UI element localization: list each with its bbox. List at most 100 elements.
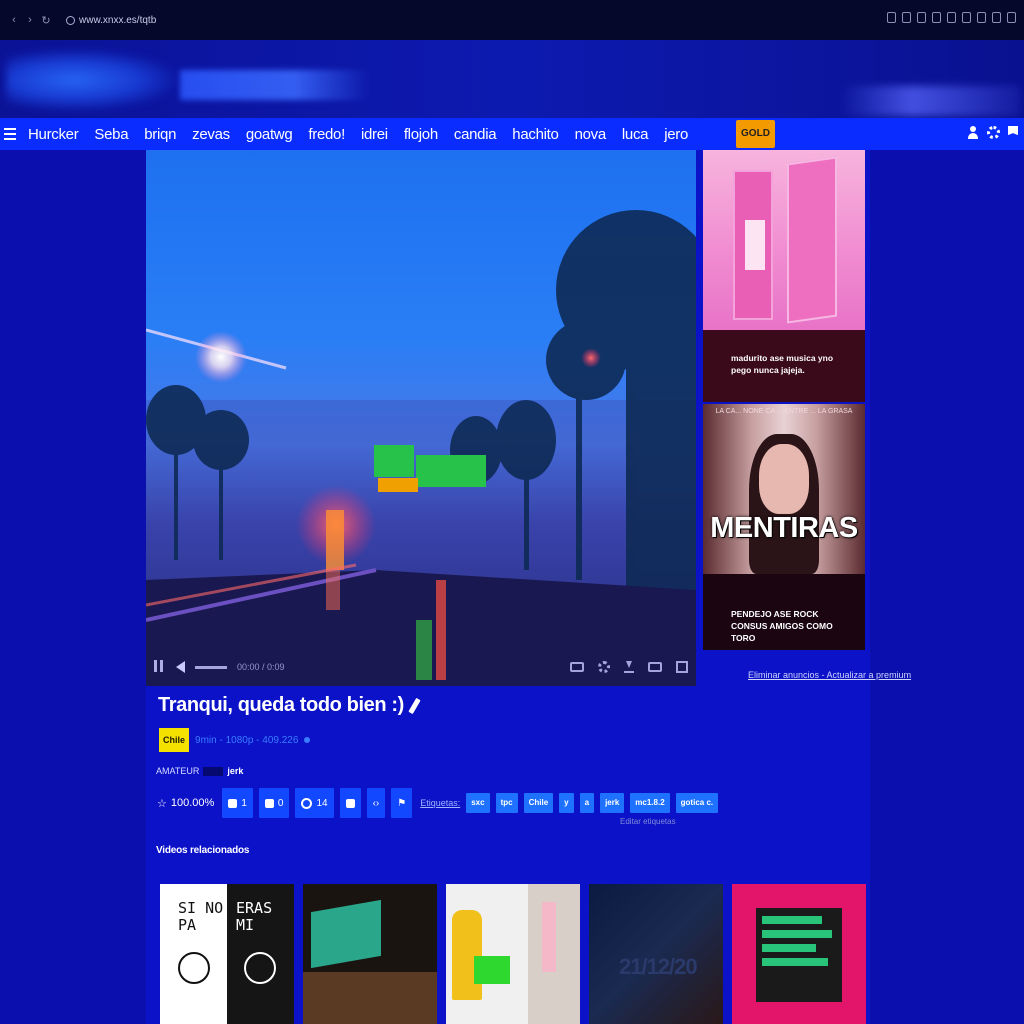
related-video-thumbnail[interactable]: [446, 884, 580, 1024]
tags-label: Etiquetas:: [420, 798, 461, 808]
reload-icon[interactable]: ↻: [38, 14, 54, 27]
uploader-info: AMATEUR jerk: [156, 766, 243, 776]
comment-icon: [301, 797, 313, 809]
rating: ☆ 100.00%: [157, 797, 214, 810]
download-button[interactable]: [339, 788, 361, 818]
embed-button[interactable]: ‹›: [366, 788, 386, 818]
download-icon[interactable]: [624, 661, 634, 673]
header-decoration: [840, 86, 1020, 116]
captions-icon[interactable]: [570, 662, 584, 672]
theater-mode-icon[interactable]: [648, 662, 662, 672]
nav-item[interactable]: nova: [567, 126, 614, 143]
gold-button[interactable]: GOLD: [736, 120, 775, 148]
nav-item[interactable]: candia: [446, 126, 504, 143]
extension-icon[interactable]: [917, 12, 926, 23]
video-meta: Chile 9min - 1080p - 409.226: [159, 728, 311, 752]
page-margin-right: [870, 150, 1024, 1024]
related-video-thumbnail[interactable]: [303, 884, 437, 1024]
nav-item[interactable]: briqn: [136, 126, 184, 143]
report-button[interactable]: ⚑: [391, 788, 413, 818]
profile-icon[interactable]: [992, 12, 1001, 23]
video-frame: [146, 210, 696, 686]
ad-card[interactable]: madurito ase musica yno pego nunca jajej…: [703, 150, 865, 402]
views-icon: [304, 737, 311, 743]
site-logo[interactable]: [6, 50, 176, 110]
nav-item[interactable]: fredo!: [300, 126, 353, 143]
nav-item[interactable]: flojoh: [396, 126, 446, 143]
gear-icon[interactable]: [987, 126, 1000, 139]
redacted-name: [203, 766, 224, 776]
related-videos-list: SI NO PA ERAS MI 21/12/20: [160, 884, 866, 1024]
ad-card[interactable]: LA CA... NONE CA ... ENTRE ... LA GRASA …: [703, 404, 865, 650]
tag[interactable]: jerk: [600, 793, 625, 813]
tag[interactable]: a: [579, 793, 595, 813]
related-video-thumbnail[interactable]: 21/12/20: [589, 884, 723, 1024]
nav-item[interactable]: zevas: [184, 126, 238, 143]
extension-icon[interactable]: [887, 12, 896, 23]
video-title-row: Tranqui, queda todo bien :): [158, 694, 421, 717]
ad-image: [703, 404, 865, 574]
pause-icon[interactable]: [154, 660, 166, 674]
uploader-name[interactable]: jerk: [227, 766, 243, 776]
ad-big-text: MENTIRAS: [710, 512, 858, 544]
related-video-thumbnail[interactable]: SI NO PA ERAS MI: [160, 884, 294, 1024]
tag[interactable]: gotica c.: [675, 793, 719, 813]
address-bar[interactable]: www.xnxx.es/tqtb: [66, 15, 156, 26]
main-navbar: Hurcker Seba briqn zevas goatwg fredo! i…: [0, 118, 1024, 150]
user-icon[interactable]: [967, 126, 979, 140]
tag[interactable]: Chile: [523, 793, 554, 813]
nav-right-icons: [967, 126, 1018, 140]
nav-item[interactable]: Hurcker: [20, 126, 86, 143]
tag[interactable]: mc1.8.2: [630, 793, 670, 813]
remove-ads-link[interactable]: Eliminar anuncios - Actualizar a premium: [748, 670, 911, 680]
comment-count: 14: [316, 797, 328, 809]
like-count: 1: [241, 797, 247, 809]
nav-item[interactable]: Seba: [86, 126, 136, 143]
flag-icon[interactable]: [1008, 126, 1018, 136]
video-player[interactable]: [146, 150, 696, 686]
thumbs-down-icon: [264, 798, 274, 808]
thumb-text-right: ERAS MI: [236, 899, 273, 934]
extension-icon[interactable]: [947, 12, 956, 23]
menu-icon[interactable]: [0, 118, 20, 150]
thumb-art-chat-bubble: [762, 916, 822, 924]
related-video-thumbnail[interactable]: [732, 884, 866, 1024]
more-icon[interactable]: [1007, 12, 1016, 23]
volume-slider[interactable]: [195, 665, 227, 669]
ad-image: [703, 150, 865, 330]
forward-icon[interactable]: ›: [22, 14, 38, 26]
thumb-art-chat-bubble: [762, 944, 816, 952]
menu-icon[interactable]: [977, 12, 986, 23]
thumb-text-left: SI NO PA: [178, 899, 224, 934]
comments-button[interactable]: 14: [295, 788, 334, 818]
stick-figure-face: [178, 952, 210, 984]
ad-art-window: [745, 220, 765, 270]
back-icon[interactable]: ‹: [6, 14, 22, 26]
embed-icon: ‹›: [372, 797, 380, 809]
tag[interactable]: sxc: [466, 793, 490, 813]
download-icon: [345, 798, 355, 808]
download-icon[interactable]: [962, 12, 971, 23]
extension-icon[interactable]: [932, 12, 941, 23]
video-title: Tranqui, queda todo bien :): [158, 694, 404, 716]
page-margin-left: [0, 150, 146, 1024]
nav-item[interactable]: jero: [656, 126, 696, 143]
browser-toolbar: ‹ › ↻ www.xnxx.es/tqtb: [0, 0, 1024, 40]
extension-icon[interactable]: [902, 12, 911, 23]
tag[interactable]: tpc: [495, 793, 518, 813]
settings-icon[interactable]: [598, 661, 610, 673]
fullscreen-icon[interactable]: [676, 661, 688, 673]
nav-item[interactable]: goatwg: [238, 126, 301, 143]
tag[interactable]: y: [559, 793, 574, 813]
country-badge[interactable]: Chile: [159, 728, 190, 752]
dislike-button[interactable]: 0: [258, 788, 290, 818]
nav-item[interactable]: hachito: [504, 126, 566, 143]
volume-icon[interactable]: [176, 661, 185, 673]
nav-item[interactable]: idrei: [353, 126, 396, 143]
like-button[interactable]: 1: [222, 788, 253, 818]
edit-tags-link[interactable]: Editar etiquetas: [620, 817, 676, 826]
nav-item[interactable]: luca: [614, 126, 656, 143]
video-stats: 9min - 1080p - 409.226: [195, 734, 299, 746]
star-icon: ☆: [157, 797, 167, 810]
stick-figure-face: [244, 952, 276, 984]
